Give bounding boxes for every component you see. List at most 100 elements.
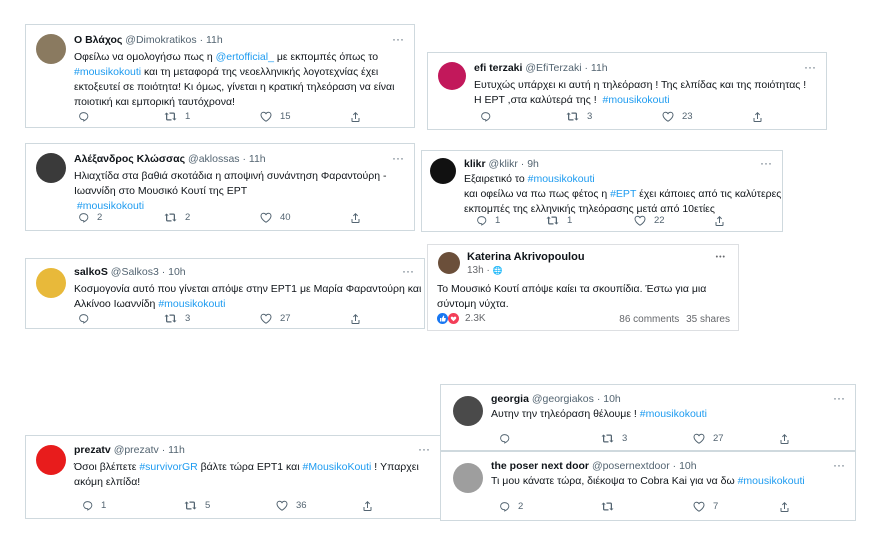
reply-button[interactable]	[480, 111, 499, 122]
more-options-button[interactable]: ···	[760, 156, 772, 170]
facebook-post-card[interactable]: Katerina Akrivopoulou 13h · 🌐 ••• Το Μου…	[427, 244, 739, 331]
retweet-button[interactable]: 2	[164, 212, 190, 223]
author-name[interactable]: Katerina Akrivopoulou	[467, 251, 585, 263]
like-button[interactable]: 27	[260, 313, 291, 324]
text-segment: ποιοτική και εμπορική ταυτόχρονα!	[74, 96, 235, 108]
more-options-button[interactable]: ···	[402, 264, 414, 278]
author-name[interactable]: efi terzaki	[474, 62, 522, 74]
author-handle[interactable]: @georgiakos	[532, 393, 594, 405]
more-options-button[interactable]: ···	[418, 442, 430, 456]
share-button[interactable]	[350, 212, 361, 224]
share-button[interactable]	[779, 501, 790, 513]
retweet-button[interactable]: 3	[601, 433, 627, 444]
tweet-card[interactable]: salkoS @Salkos3 · 10h ··· Κοσμογονία αυτό …	[25, 258, 425, 329]
author-name[interactable]: Αλέξανδρος Κλώσσας	[74, 153, 185, 165]
like-button[interactable]: 27	[693, 433, 724, 444]
timestamp[interactable]: · 10h	[597, 393, 621, 405]
tweet-card[interactable]: the poser next door @posernextdoor · 10h…	[440, 451, 856, 521]
comments-count[interactable]: 86 comments	[619, 314, 679, 325]
tweet-card[interactable]: Ο Βλάχος @Dimokratikos · 11h ··· Οφείλω να…	[25, 24, 415, 128]
reply-button[interactable]: 1	[82, 500, 106, 511]
hashtag-link[interactable]: #mousikokouti	[528, 173, 595, 185]
more-options-button[interactable]: ···	[804, 60, 816, 74]
hashtag-link[interactable]: #mousikokouti	[640, 408, 707, 420]
retweet-button[interactable]: 3	[566, 111, 592, 122]
avatar[interactable]	[438, 62, 466, 90]
like-button[interactable]: 22	[634, 215, 665, 226]
more-options-button[interactable]: •••	[716, 254, 726, 261]
like-button[interactable]: 7	[693, 501, 718, 512]
author-name[interactable]: klikr	[464, 158, 486, 170]
hashtag-link[interactable]: #mousikokouti	[158, 298, 225, 310]
author-handle[interactable]: @EfiTerzaki	[525, 62, 581, 74]
hashtag-link[interactable]: #mousikokouti	[74, 66, 141, 78]
author-name[interactable]: salkoS	[74, 266, 108, 278]
timestamp[interactable]: · 11h	[200, 34, 223, 46]
timestamp[interactable]: · 11h	[162, 444, 185, 456]
timestamp[interactable]: · 10h	[162, 266, 186, 278]
reply-button[interactable]	[78, 111, 97, 122]
author-handle[interactable]: @posernextdoor	[592, 460, 670, 472]
timestamp[interactable]: · 11h	[242, 153, 265, 165]
author-name[interactable]: Ο Βλάχος	[74, 34, 122, 46]
timestamp[interactable]: · 10h	[673, 460, 697, 472]
share-button[interactable]	[779, 433, 790, 445]
author-handle[interactable]: @aklossas	[188, 153, 240, 165]
tweet-card[interactable]: georgia @georgiakos · 10h ··· Αυτην την τη…	[440, 384, 856, 451]
share-button[interactable]	[714, 215, 725, 227]
tweet-card[interactable]: efi terzaki @EfiTerzaki · 11h ··· Ευτυχώς …	[427, 52, 827, 130]
like-button[interactable]: 36	[276, 500, 307, 511]
retweet-button[interactable]	[601, 501, 622, 512]
hashtag-link[interactable]: #survivorGR	[139, 461, 197, 473]
hashtag-link[interactable]: #mousikokouti	[602, 94, 669, 106]
avatar[interactable]	[453, 463, 483, 493]
hashtag-link[interactable]: #mousikokouti	[738, 475, 805, 487]
author-name[interactable]: georgia	[491, 393, 529, 405]
hashtag-link[interactable]: #MousikoKouti	[303, 461, 372, 473]
tweet-card[interactable]: klikr @klikr · 9h ··· Εξαιρετικό το #mousi…	[421, 150, 783, 232]
timestamp[interactable]: 13h ·	[467, 265, 490, 276]
reply-button[interactable]: 2	[499, 501, 523, 512]
author-name[interactable]: prezatv	[74, 444, 111, 456]
author-handle[interactable]: @klikr	[489, 158, 518, 170]
like-button[interactable]: 15	[260, 111, 291, 122]
reply-button[interactable]	[499, 433, 518, 444]
tweet-card[interactable]: Αλέξανδρος Κλώσσας @aklossas · 11h ··· Ηλι…	[25, 143, 415, 231]
avatar[interactable]	[36, 268, 66, 298]
retweet-button[interactable]: 3	[164, 313, 190, 324]
timestamp[interactable]: · 9h	[521, 158, 539, 170]
like-button[interactable]: 40	[260, 212, 291, 223]
hashtag-link[interactable]: @ertofficial_	[216, 51, 274, 63]
more-options-button[interactable]: ···	[392, 32, 404, 46]
like-button[interactable]: 23	[662, 111, 693, 122]
share-button[interactable]	[752, 111, 763, 123]
more-options-button[interactable]: ···	[833, 391, 845, 405]
tweet-card[interactable]: prezatv @prezatv · 11h ··· Όσοι βλέπετε #s…	[25, 435, 441, 519]
avatar[interactable]	[36, 445, 66, 475]
share-button[interactable]	[362, 500, 373, 512]
avatar[interactable]	[430, 158, 456, 184]
more-options-button[interactable]: ···	[392, 151, 404, 165]
author-handle[interactable]: @prezatv	[114, 444, 159, 456]
retweet-button[interactable]: 1	[546, 215, 572, 226]
retweet-button[interactable]: 1	[164, 111, 190, 122]
retweet-button[interactable]: 5	[184, 500, 210, 511]
reply-button[interactable]	[78, 313, 97, 324]
hashtag-link[interactable]: #mousikokouti	[77, 200, 144, 212]
author-handle[interactable]: @Dimokratikos	[125, 34, 196, 46]
share-button[interactable]	[350, 111, 361, 123]
hashtag-link[interactable]: #ΕΡΤ	[610, 188, 636, 200]
reaction-count[interactable]: 2.3K	[465, 313, 486, 324]
timestamp[interactable]: · 11h	[584, 62, 607, 74]
shares-count[interactable]: 35 shares	[686, 314, 730, 325]
author-handle[interactable]: @Salkos3	[111, 266, 159, 278]
reply-button[interactable]: 2	[78, 212, 102, 223]
avatar[interactable]	[36, 34, 66, 64]
more-options-button[interactable]: ···	[833, 458, 845, 472]
author-name[interactable]: the poser next door	[491, 460, 589, 472]
avatar[interactable]	[453, 396, 483, 426]
avatar[interactable]	[438, 252, 460, 274]
reply-button[interactable]: 1	[476, 215, 500, 226]
avatar[interactable]	[36, 153, 66, 183]
share-button[interactable]	[350, 313, 361, 325]
